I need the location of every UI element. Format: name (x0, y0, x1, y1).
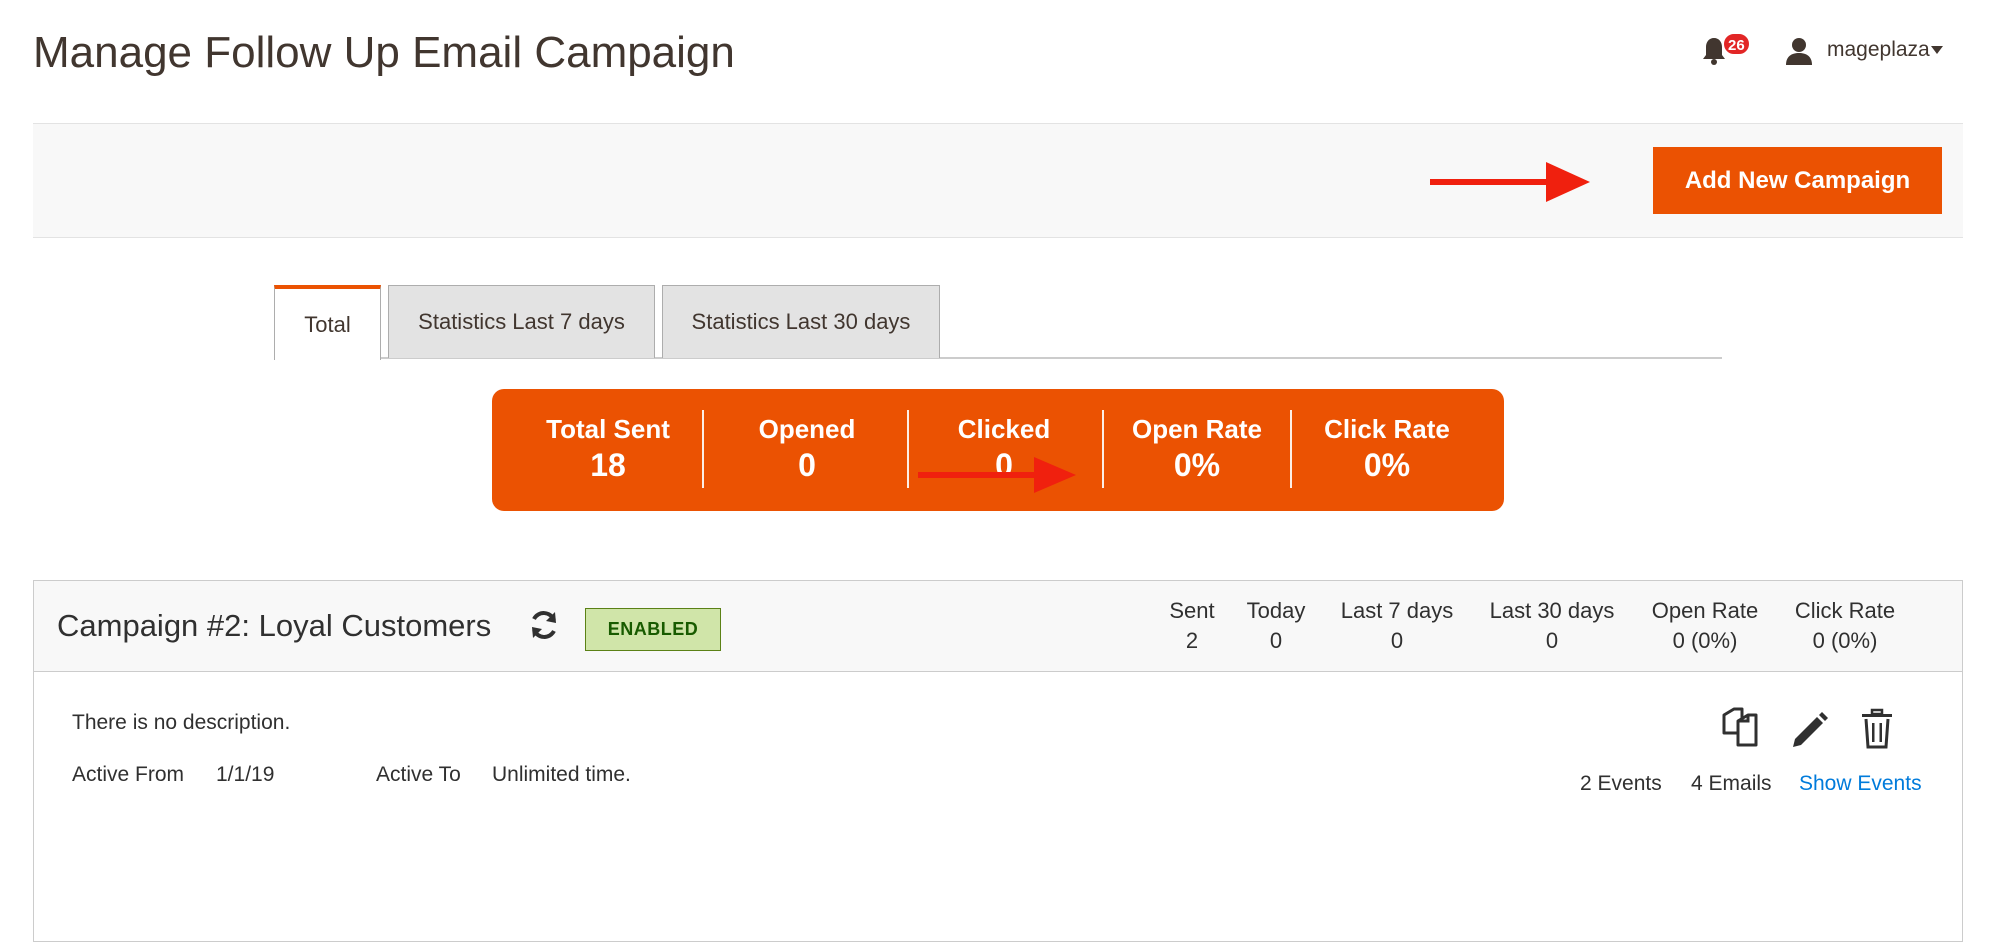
metric-open-rate: Open Rate 0 (0%) (1640, 596, 1770, 656)
stat-label: Open Rate (1131, 414, 1263, 444)
stat-label: Click Rate (1324, 414, 1450, 444)
stat-label: Clicked (957, 414, 1051, 444)
stat-total-sent: Total Sent 18 (518, 413, 698, 485)
active-to-label: Active To (376, 763, 461, 786)
stat-divider (1290, 410, 1292, 488)
metric-value: 0 (1390, 628, 1404, 653)
show-events-link[interactable]: Show Events (1799, 772, 1922, 796)
tab-statistics-last-7-days[interactable]: Statistics Last 7 days (388, 285, 655, 358)
metric-label: Open Rate (1651, 598, 1759, 623)
metric-label: Click Rate (1794, 598, 1896, 623)
metric-value: 0 (0%) (1812, 628, 1878, 653)
metric-value: 0 (1545, 628, 1559, 653)
edit-pencil-icon[interactable] (1789, 707, 1829, 749)
stat-value: 18 (590, 447, 626, 483)
chevron-down-icon[interactable] (1931, 46, 1943, 54)
metric-label: Today (1246, 598, 1306, 623)
campaign-name[interactable]: Campaign #2: Loyal Customers (57, 608, 491, 644)
active-to-value: Unlimited time. (492, 763, 631, 786)
duplicate-icon[interactable] (1720, 707, 1760, 749)
refresh-icon[interactable] (528, 609, 560, 641)
stat-opened: Opened 0 (717, 413, 897, 485)
metric-today: Today 0 (1240, 596, 1312, 656)
stat-value: 0% (1363, 447, 1411, 483)
campaign-description: There is no description. (72, 711, 291, 734)
stat-divider (907, 410, 909, 488)
stat-open-rate: Open Rate 0% (1107, 413, 1287, 485)
tab-total[interactable]: Total (274, 285, 381, 360)
notification-count-badge[interactable]: 26 (1722, 32, 1751, 56)
emails-count: 4 Emails (1691, 772, 1772, 795)
annotation-arrow (1430, 162, 1590, 202)
metric-label: Last 7 days (1340, 598, 1454, 623)
active-from-value: 1/1/19 (216, 763, 275, 786)
metric-value: 0 (1269, 628, 1283, 653)
metric-label: Sent (1169, 598, 1215, 623)
stat-divider (702, 410, 704, 488)
metric-last-7-days: Last 7 days 0 (1330, 596, 1464, 656)
metric-last-30-days: Last 30 days 0 (1478, 596, 1626, 656)
stat-value: 0% (1173, 447, 1221, 483)
username-link[interactable]: mageplaza (1827, 38, 1930, 62)
stat-value: 0 (798, 447, 816, 483)
metric-value: 2 (1185, 628, 1199, 653)
stat-divider (1102, 410, 1104, 488)
stat-label: Opened (758, 414, 856, 444)
stat-click-rate: Click Rate 0% (1297, 413, 1477, 485)
metric-sent: Sent 2 (1160, 596, 1224, 656)
stat-label: Total Sent (546, 414, 670, 444)
tab-statistics-last-30-days[interactable]: Statistics Last 30 days (662, 285, 940, 358)
active-from-label: Active From (72, 763, 185, 786)
page-title: Manage Follow Up Email Campaign (33, 28, 735, 77)
annotation-arrow (918, 457, 1076, 493)
metric-value: 0 (0%) (1672, 628, 1738, 653)
events-count: 2 Events (1580, 772, 1662, 795)
metric-label: Last 30 days (1489, 598, 1615, 623)
metric-click-rate: Click Rate 0 (0%) (1780, 596, 1910, 656)
add-new-campaign-button[interactable]: Add New Campaign (1653, 147, 1942, 214)
user-icon[interactable] (1784, 36, 1814, 66)
status-badge: ENABLED (585, 608, 721, 651)
trash-icon[interactable] (1857, 707, 1897, 749)
